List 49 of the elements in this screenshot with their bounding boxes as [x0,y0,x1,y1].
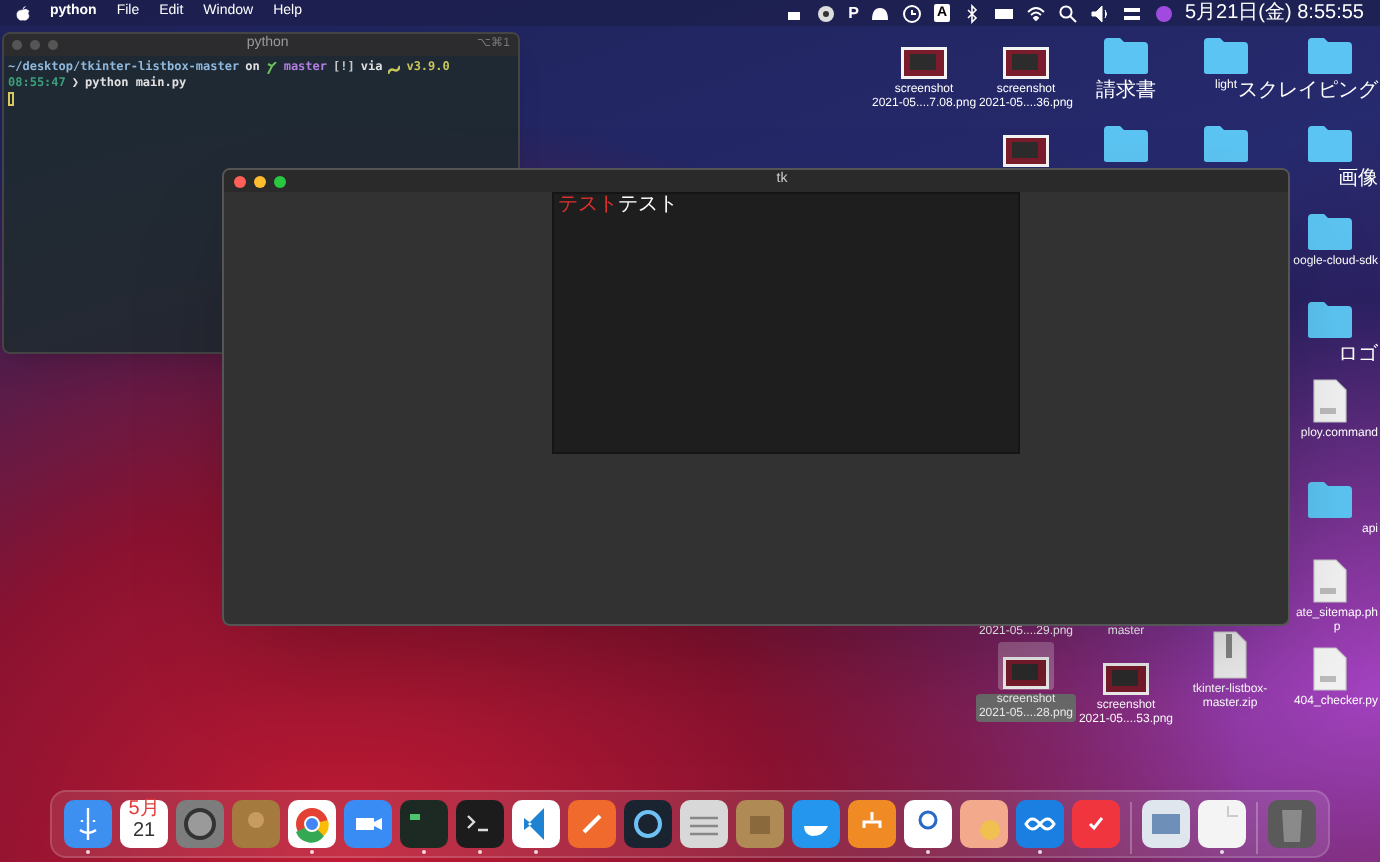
folder-icon [1306,124,1354,164]
disc-icon[interactable] [816,3,837,23]
file-name-label[interactable]: ロゴ [1336,344,1380,367]
code-editor-icon[interactable] [512,800,560,848]
image-thumbnail-icon [900,46,948,80]
browser-icon[interactable] [288,800,336,848]
search-icon[interactable] [1057,3,1077,23]
terminal-icon[interactable] [400,800,448,848]
image-thumbnail-icon [1002,46,1050,80]
listbox-entry-text[interactable]: テスト [618,194,678,218]
folder-icon [1202,124,1250,164]
folder-icon [1202,36,1250,76]
image-thumbnail-icon [1002,656,1050,690]
diagram-icon[interactable] [848,800,896,848]
status-menu-item[interactable]: P [848,1,859,25]
folder-icon [1102,36,1150,76]
photo-viewer-icon[interactable] [1142,800,1190,848]
listbox[interactable]: テスト テスト [552,192,1020,454]
file-name-label[interactable]: スクレイピング [1236,80,1380,103]
listbox-entry-text[interactable]: テスト [558,194,618,218]
folder-icon [1306,300,1354,340]
file-name-label[interactable]: 画像 [1336,168,1380,191]
close-button[interactable] [234,175,246,187]
battery-icon[interactable] [993,3,1013,23]
folder-icon [1306,212,1354,252]
document-icon [1312,378,1348,424]
file-name-label[interactable]: 請求書 [1094,80,1158,103]
minimize-button[interactable] [254,175,266,187]
snake-icon [388,61,401,73]
apple-logo-icon[interactable] [16,5,30,21]
image-thumbnail-icon [1102,662,1150,696]
folder-icon [1102,124,1150,164]
bluetooth-icon[interactable] [961,3,981,23]
terminal-icon[interactable] [456,800,504,848]
document-icon [1312,646,1348,692]
infinity-icon[interactable] [1016,800,1064,848]
calendar-icon[interactable]: 5月 21 [120,800,168,848]
zoom-button[interactable] [274,175,286,187]
folder-icon [1306,480,1354,520]
document-icon[interactable] [1198,800,1246,848]
speaker-icon[interactable] [1089,3,1109,23]
video-camera-icon[interactable] [344,800,392,848]
menu-bar-clock[interactable]: 5月21日(金) 8:55:55 [1185,1,1364,25]
branch-icon [265,61,278,73]
folder-icon [1306,36,1354,76]
wifi-icon[interactable] [1025,3,1045,23]
document-icon [1312,558,1348,604]
colorful-orb-icon[interactable] [1153,3,1173,23]
zip-file-icon [1212,630,1248,680]
